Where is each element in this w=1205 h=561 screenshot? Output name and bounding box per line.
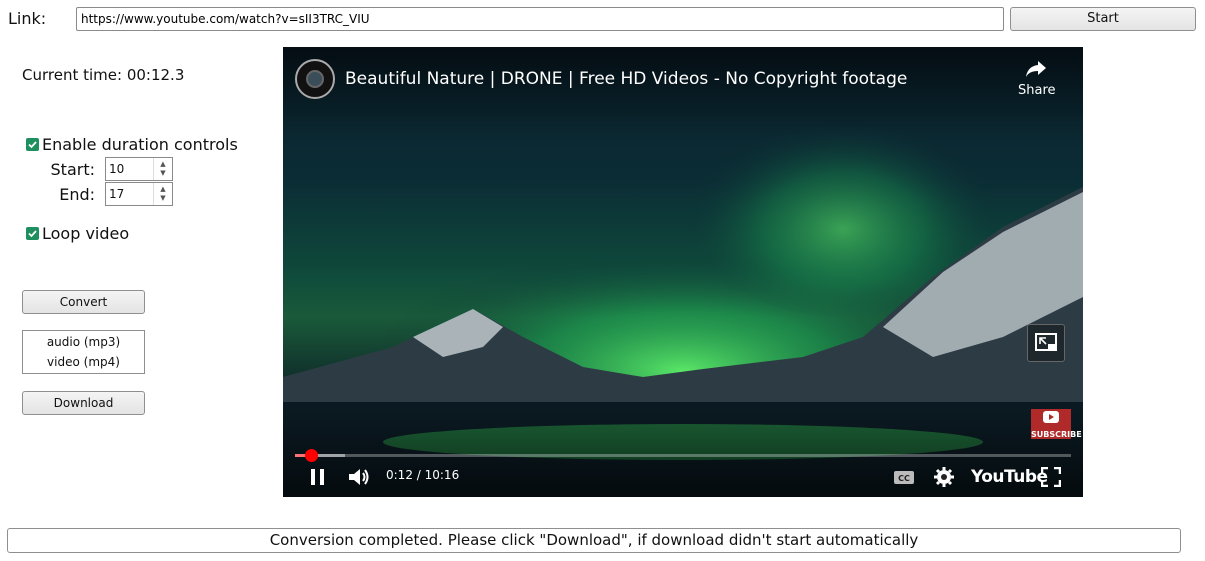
check-icon [28, 230, 37, 238]
check-icon [28, 141, 37, 149]
share-button[interactable]: Share [1018, 59, 1056, 98]
volume-button[interactable] [347, 466, 371, 492]
captions-icon: CC [894, 471, 914, 484]
enable-duration-row[interactable]: Enable duration controls [26, 135, 238, 154]
pause-icon [311, 469, 324, 485]
end-stepper[interactable]: ▲ ▼ [153, 183, 172, 205]
end-label: End: [59, 184, 95, 204]
start-value: 10 [109, 162, 125, 176]
channel-avatar[interactable] [295, 59, 335, 99]
link-input[interactable] [76, 7, 1004, 31]
format-option-mp3[interactable]: audio (mp3) [23, 332, 144, 352]
subscribe-label: SUBSCRIBE [1031, 430, 1082, 439]
progress-scrubber[interactable] [304, 449, 318, 462]
format-option-mp4[interactable]: video (mp4) [23, 352, 144, 372]
video-title[interactable]: Beautiful Nature | DRONE | Free HD Video… [345, 69, 907, 89]
pause-button[interactable] [308, 467, 328, 491]
link-label: Link: [8, 9, 47, 28]
start-button[interactable]: Start [1010, 7, 1196, 31]
end-input[interactable]: 17 ▲ ▼ [105, 182, 173, 206]
end-value: 17 [109, 187, 125, 201]
fullscreen-icon [1040, 466, 1062, 488]
share-label: Share [1018, 83, 1056, 98]
start-label: Start: [50, 159, 95, 179]
share-icon [1026, 61, 1046, 77]
loop-checkbox[interactable] [26, 227, 39, 240]
convert-button[interactable]: Convert [22, 290, 145, 314]
status-message: Conversion completed. Please click "Down… [7, 528, 1181, 553]
miniplayer-icon [1035, 333, 1057, 351]
fullscreen-button[interactable] [1040, 466, 1062, 491]
loop-row[interactable]: Loop video [26, 224, 129, 243]
start-field-row: Start: 10 ▲ ▼ [0, 157, 173, 181]
svg-text:CC: CC [898, 474, 910, 483]
enable-duration-label: Enable duration controls [42, 135, 238, 154]
current-time: Current time: 00:12.3 [22, 66, 185, 84]
start-input[interactable]: 10 ▲ ▼ [105, 157, 173, 181]
end-field-row: End: 17 ▲ ▼ [0, 182, 173, 206]
gear-icon [934, 467, 954, 487]
enable-duration-checkbox[interactable] [26, 138, 39, 151]
youtube-logo-button[interactable]: YouTube [971, 467, 1048, 487]
video-player[interactable]: Beautiful Nature | DRONE | Free HD Video… [283, 47, 1083, 497]
download-button[interactable]: Download [22, 391, 145, 415]
subscribe-badge[interactable]: SUBSCRIBE [1031, 409, 1082, 439]
video-frame-scene [283, 47, 1083, 497]
start-stepper[interactable]: ▲ ▼ [153, 158, 172, 180]
progress-track[interactable] [295, 454, 1071, 457]
loop-label: Loop video [42, 224, 130, 243]
miniplayer-button[interactable] [1027, 324, 1065, 362]
settings-button[interactable] [933, 466, 955, 492]
volume-icon [349, 469, 369, 485]
time-display: 0:12 / 10:16 [386, 468, 460, 482]
format-listbox[interactable]: audio (mp3) video (mp4) [22, 330, 145, 374]
youtube-logo-icon [1043, 411, 1059, 423]
buffer-bar [295, 454, 345, 457]
captions-button[interactable]: CC [893, 468, 915, 490]
